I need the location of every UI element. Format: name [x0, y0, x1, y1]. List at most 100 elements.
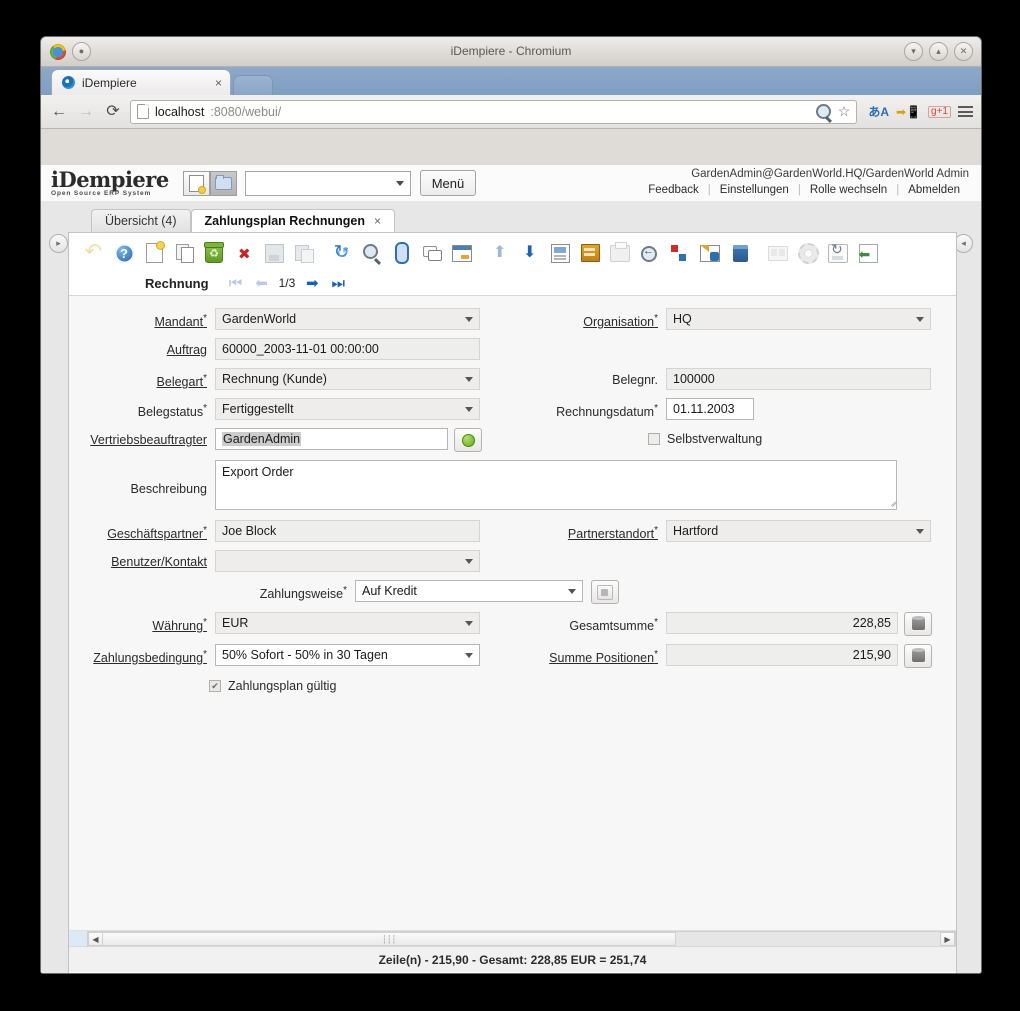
grid-horizontal-scrollbar[interactable]: ◀ ┆┆┆ ▶ — [69, 930, 956, 947]
selbstverwaltung-checkbox-icon[interactable] — [648, 433, 660, 445]
archive-icon[interactable] — [575, 239, 605, 267]
field-beschreibung[interactable]: Export Order ‖ — [215, 460, 898, 510]
field-summe-positionen-value: 215,90 — [852, 648, 891, 662]
first-record-icon[interactable]: ⏮ — [223, 275, 249, 292]
refresh-icon[interactable] — [327, 239, 357, 267]
resize-handle-icon[interactable]: ‖ — [889, 500, 898, 509]
field-benutzer-kontakt[interactable] — [215, 550, 480, 572]
scroll-corner — [69, 931, 87, 947]
new-tab-button[interactable] — [233, 75, 273, 95]
new-record-icon[interactable] — [139, 239, 169, 267]
checkbox-selbstverwaltung[interactable]: Selbstverwaltung — [648, 428, 762, 446]
forward-icon[interactable]: → — [76, 103, 96, 120]
tab-uebersicht-label: Übersicht (4) — [105, 214, 177, 228]
zoom-icon[interactable] — [815, 103, 833, 121]
zahlungsweise-action-button[interactable] — [591, 580, 619, 604]
requests-icon[interactable] — [695, 239, 725, 267]
workflow-icon[interactable] — [665, 239, 695, 267]
checkbox-zahlungsplan-gueltig[interactable]: ✔ Zahlungsplan gültig — [209, 676, 336, 693]
prev-record-icon[interactable]: ⬅ — [249, 274, 275, 292]
print-icon[interactable] — [605, 239, 635, 267]
delete-selection-icon[interactable] — [229, 239, 259, 267]
address-bar[interactable]: localhost:8080/webui/ ☆ — [130, 99, 858, 124]
help-icon[interactable] — [109, 239, 139, 267]
browser-toolbar: ← → ⟳ localhost:8080/webui/ ☆ あA ➡📱 g+1 — [41, 95, 981, 129]
zoom-across-icon[interactable] — [635, 239, 665, 267]
vertriebsbeauftragter-lookup-button[interactable] — [454, 428, 482, 452]
delete-icon[interactable] — [199, 239, 229, 267]
save-create-new-icon[interactable] — [289, 239, 319, 267]
two-panel-icon[interactable] — [763, 239, 793, 267]
scroll-right-icon[interactable]: ▶ — [940, 932, 955, 946]
export-icon[interactable] — [823, 239, 853, 267]
label-belegnr: Belegnr. — [612, 373, 658, 387]
translate-icon[interactable]: あA — [868, 106, 889, 118]
chat-note-icon[interactable] — [417, 239, 447, 267]
link-rolle-wechseln[interactable]: Rolle wechseln — [801, 184, 896, 196]
scroll-thumb[interactable]: ┆┆┆ — [102, 932, 677, 946]
google-plus-icon[interactable]: g+1 — [928, 105, 951, 118]
tab-close-icon[interactable]: × — [374, 214, 381, 228]
mobile-send-icon[interactable]: ➡📱 — [896, 106, 921, 118]
save-icon[interactable] — [259, 239, 289, 267]
scroll-track[interactable]: ◀ ┆┆┆ ▶ — [87, 931, 956, 947]
hamburger-menu-icon[interactable] — [958, 106, 973, 117]
zahlungsplan-gueltig-checkbox-icon[interactable]: ✔ — [209, 680, 221, 692]
link-einstellungen[interactable]: Einstellungen — [711, 184, 798, 196]
link-feedback[interactable]: Feedback — [639, 184, 708, 196]
scroll-left-icon[interactable]: ◀ — [88, 932, 103, 946]
header-user-area: GardenAdmin@GardenWorld.HQ/GardenWorld A… — [639, 168, 969, 196]
label-belegart: Belegart* — [156, 373, 207, 390]
gesamtsumme-amount-button[interactable] — [904, 612, 932, 636]
field-belegart[interactable]: Rechnung (Kunde) — [215, 368, 480, 390]
label-summe-positionen: Summe Positionen* — [549, 649, 658, 666]
back-icon[interactable]: ← — [49, 103, 69, 120]
field-organisation[interactable]: HQ — [666, 308, 931, 330]
reload-icon[interactable]: ⟳ — [103, 103, 123, 120]
form-grid: Mandant* GardenWorld Organisation* HQ Au… — [69, 296, 956, 693]
tab-close-icon[interactable]: × — [215, 76, 222, 90]
bookmark-star-icon[interactable]: ☆ — [838, 103, 851, 120]
window-menu-icon[interactable]: ● — [72, 42, 91, 61]
chevron-down-icon — [465, 406, 473, 412]
grid-toggle-icon[interactable] — [447, 239, 477, 267]
preference-icon[interactable] — [793, 239, 823, 267]
field-rechnungsdatum[interactable]: 01.11.2003 — [666, 398, 754, 420]
next-record-icon[interactable]: ➡ — [299, 274, 325, 292]
close-icon[interactable]: ✕ — [954, 42, 973, 61]
undo-icon[interactable] — [79, 239, 109, 267]
minimize-icon[interactable]: ▾ — [904, 42, 923, 61]
field-zahlungsweise[interactable]: Auf Kredit — [355, 580, 583, 602]
form-row-belegart-belegnr: Belegart* Rechnung (Kunde) Belegnr. 1000… — [69, 368, 956, 390]
maximize-icon[interactable]: ▴ — [929, 42, 948, 61]
browser-tab[interactable]: iDempiere × — [51, 69, 231, 95]
titlebar-left-controls: ● — [41, 42, 91, 61]
tab-uebersicht[interactable]: Übersicht (4) — [91, 209, 191, 232]
tab-zahlungsplan-rechnungen[interactable]: Zahlungsplan Rechnungen × — [190, 209, 395, 232]
field-waehrung[interactable]: EUR — [215, 612, 480, 634]
window-titlebar: ● iDempiere - Chromium ▾ ▴ ✕ — [41, 37, 981, 67]
last-record-icon[interactable]: ⏭ — [325, 275, 351, 292]
field-partnerstandort[interactable]: Hartford — [666, 520, 931, 542]
page-info-icon — [137, 104, 149, 119]
attachment-icon[interactable] — [387, 239, 417, 267]
new-window-icon[interactable] — [182, 170, 210, 196]
field-zahlungsbedingung[interactable]: 50% Sofort - 50% in 30 Tagen — [215, 644, 480, 666]
menu-button[interactable]: Menü — [419, 170, 477, 196]
field-vertriebsbeauftragter[interactable]: GardenAdmin — [215, 428, 448, 450]
expand-left-panel-icon[interactable]: ▸ — [49, 234, 68, 253]
link-abmelden[interactable]: Abmelden — [899, 184, 969, 196]
field-mandant[interactable]: GardenWorld — [215, 308, 480, 330]
field-belegstatus[interactable]: Fertiggestellt — [215, 398, 480, 420]
copy-record-icon[interactable] — [169, 239, 199, 267]
exit-icon[interactable] — [853, 239, 883, 267]
app-header: iDempiere Open Source ERP System Menü Ga… — [41, 165, 981, 202]
product-info-icon[interactable] — [725, 239, 755, 267]
parent-record-icon[interactable] — [485, 239, 515, 267]
detail-record-icon[interactable] — [515, 239, 545, 267]
open-window-icon[interactable] — [209, 170, 237, 196]
summe-positionen-amount-button[interactable] — [904, 644, 932, 668]
report-icon[interactable] — [545, 239, 575, 267]
find-icon[interactable] — [357, 239, 387, 267]
global-search-select[interactable] — [244, 170, 411, 196]
